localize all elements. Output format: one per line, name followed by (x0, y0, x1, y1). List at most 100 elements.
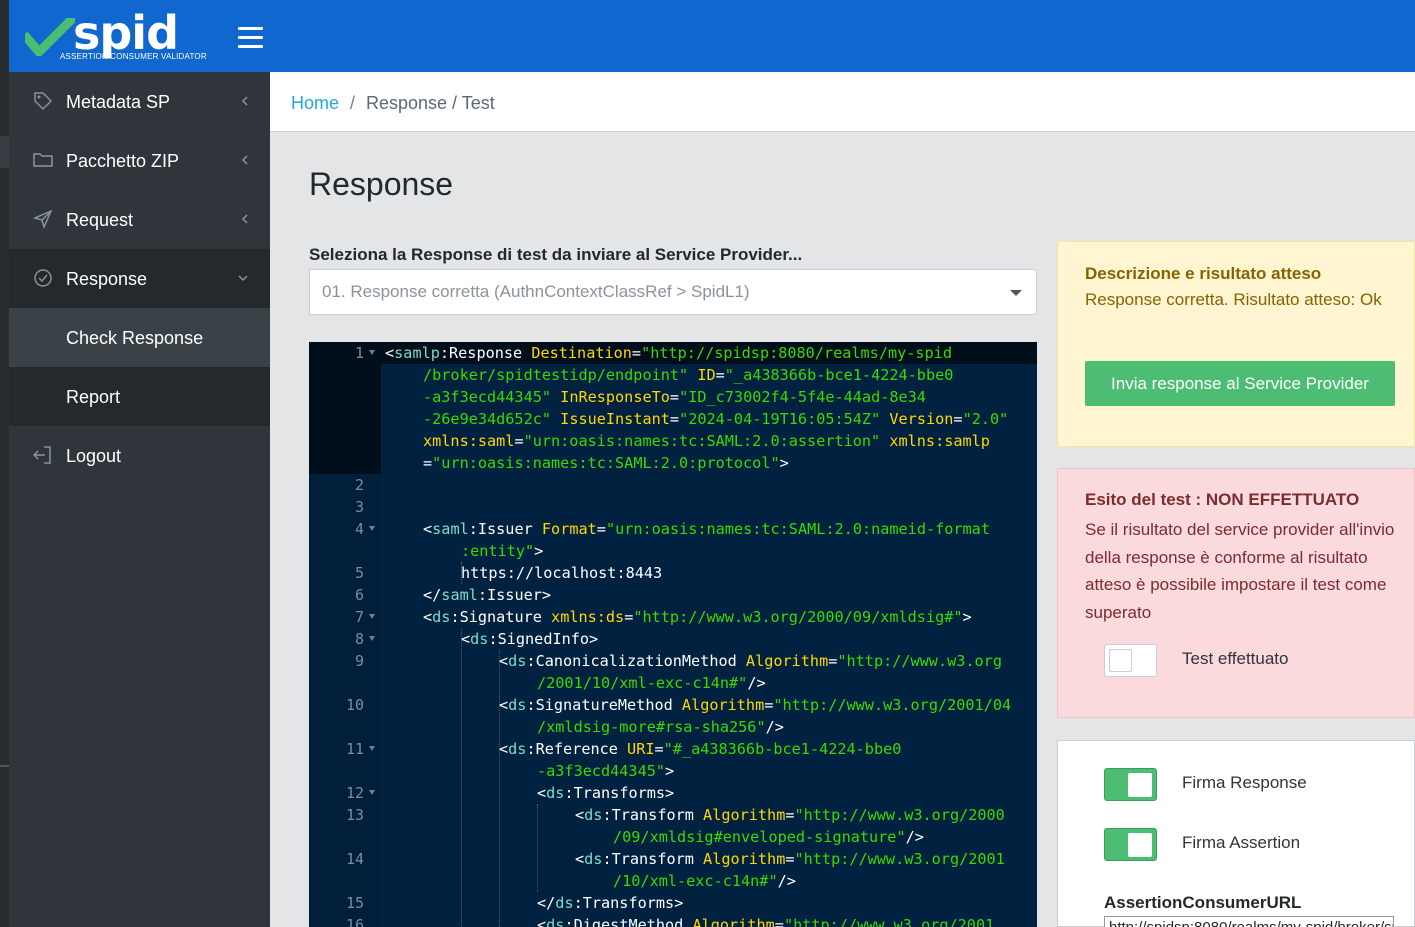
response-select[interactable]: 01. Response corretta (AuthnContextClass… (309, 269, 1037, 315)
sidebar-item-check-response[interactable]: Check Response (9, 308, 270, 367)
line-number: 4 (354, 520, 364, 538)
test-result-title: Esito del test : NON EFFETTUATO (1085, 490, 1360, 509)
code-line: xmlns:saml="urn:oasis:names:tc:SAML:2.0:… (423, 432, 990, 450)
sidebar: Metadata SP Pacchetto ZIP Request Respon… (9, 72, 270, 927)
line-number: 6 (354, 586, 364, 604)
editor-gutter: 1 2 3 4 5 6 7 8 9 10 11 12 13 14 15 16 (309, 342, 381, 927)
logo-subtitle: ASSERTION CONSUMER VALIDATOR (60, 52, 207, 61)
code-line: -a3f3ecd44345" InResponseTo="ID_c73002f4… (423, 388, 926, 406)
code-line: </ds:Transforms> (537, 894, 684, 912)
code-line: /10/xml-exc-c14n#"/> (613, 872, 796, 890)
sidebar-item-label: Request (66, 210, 134, 230)
chevron-left-icon (241, 214, 248, 224)
line-number: 11 (345, 740, 364, 758)
acs-url-label: AssertionConsumerURL (1104, 893, 1302, 912)
code-line: https://localhost:8443 (461, 564, 663, 582)
checkmark-icon (25, 18, 75, 56)
breadcrumb-home-link[interactable]: Home (291, 93, 339, 114)
breadcrumb-separator: / (350, 93, 356, 113)
sidebar-item-label: Report (66, 387, 121, 407)
caret-down-icon (1010, 290, 1022, 296)
description-card: Descrizione e risultato atteso Response … (1057, 241, 1415, 447)
code-line: <ds:Transform Algorithm="http://www.w3.o… (575, 850, 1005, 868)
line-number: 15 (345, 894, 364, 912)
line-number: 13 (345, 806, 364, 824)
fold-arrow-icon[interactable] (369, 636, 375, 641)
chevron-down-icon (238, 275, 248, 282)
sign-response-label: Firma Response (1182, 773, 1307, 792)
test-result-card: Esito del test : NON EFFETTUATO Se il ri… (1057, 468, 1415, 718)
code-line: <ds:Transform Algorithm="http://www.w3.o… (575, 806, 1005, 824)
code-line: /broker/spidtestidp/endpoint" ID="_a4383… (423, 366, 954, 384)
fold-arrow-icon[interactable] (369, 526, 375, 531)
sign-assertion-label: Firma Assertion (1182, 833, 1301, 852)
code-line: <ds:Transforms> (537, 784, 675, 802)
test-done-switch[interactable] (1104, 644, 1157, 677)
breadcrumb-current: Response / Test (366, 93, 495, 113)
fold-arrow-icon[interactable] (369, 614, 375, 619)
fold-arrow-icon[interactable] (369, 790, 375, 795)
sidebar-item-request[interactable]: Request (9, 190, 270, 249)
test-result-body: Se il risultato del service provider all… (1085, 520, 1395, 622)
line-number: 7 (354, 608, 364, 626)
sidebar-item-metadata-sp[interactable]: Metadata SP (9, 72, 270, 131)
check-circle-icon (34, 269, 52, 287)
code-line: -26e9e34d652c" IssueInstant="2024-04-19T… (423, 410, 1009, 428)
folder-icon (33, 153, 53, 167)
page-title: Response (309, 166, 454, 202)
line-number: 10 (345, 696, 364, 714)
line-number: 3 (354, 498, 364, 516)
xml-code-editor[interactable]: 1 2 3 4 5 6 7 8 9 10 11 12 13 14 15 16 <… (309, 342, 1037, 927)
line-number: 8 (354, 630, 364, 648)
sidebar-item-label: Pacchetto ZIP (66, 151, 180, 171)
line-number: 16 (345, 916, 364, 927)
sidebar-item-pacchetto-zip[interactable]: Pacchetto ZIP (9, 131, 270, 190)
code-line: <ds:Signature xmlns:ds="http://www.w3.or… (423, 608, 972, 626)
editor-code-area[interactable]: <samlp:Response Destination="http://spid… (381, 342, 1037, 927)
sidebar-item-response[interactable]: Response (9, 249, 270, 308)
code-line: <samlp:Response Destination="http://spid… (385, 344, 952, 362)
acs-url-input[interactable]: http://spidsp:8080/realms/my-spid/broker… (1104, 916, 1394, 927)
description-body: Response corretta. Risultato atteso: Ok (1085, 290, 1382, 309)
code-line: /2001/10/xml-exc-c14n#"/> (537, 674, 766, 692)
test-done-label: Test effettuato (1182, 649, 1289, 668)
signing-options-card: Firma Response Firma Assertion Assertion… (1057, 740, 1415, 927)
code-line: <ds:Reference URI="#_a438366b-bce1-4224-… (499, 740, 902, 758)
line-number: 14 (345, 850, 364, 868)
send-response-button[interactable]: Invia response al Service Provider (1085, 361, 1395, 406)
paper-plane-icon (33, 209, 53, 229)
sidebar-item-label: Check Response (66, 328, 204, 348)
code-line: <ds:DigestMethod Algorithm="http://www.w… (537, 916, 995, 927)
fold-arrow-icon[interactable] (369, 350, 375, 355)
code-line: /09/xmldsig#enveloped-signature"/> (613, 828, 924, 846)
sidebar-item-logout[interactable]: Logout (9, 426, 270, 485)
sign-response-switch[interactable] (1104, 768, 1157, 801)
code-line: :entity"> (461, 542, 544, 560)
code-line: <saml:Issuer Format="urn:oasis:names:tc:… (423, 520, 990, 538)
breadcrumb: Home / Response / Test (270, 72, 1415, 132)
code-line: /xmldsig-more#rsa-sha256"/> (537, 718, 784, 736)
code-line: <ds:SignatureMethod Algorithm="http://ww… (499, 696, 1012, 714)
chevron-left-icon (241, 155, 248, 165)
chevron-left-icon (241, 96, 248, 106)
code-line: <ds:CanonicalizationMethod Algorithm="ht… (499, 652, 1002, 670)
code-line: -a3f3ecd44345"> (537, 762, 675, 780)
hamburger-menu-icon[interactable] (238, 27, 263, 48)
code-line: </saml:Issuer> (423, 586, 552, 604)
line-number: 5 (354, 564, 364, 582)
description-title: Descrizione e risultato atteso (1085, 264, 1322, 283)
sidebar-item-label: Metadata SP (66, 92, 171, 112)
sign-assertion-switch[interactable] (1104, 828, 1157, 861)
sidebar-item-label: Logout (66, 446, 122, 466)
tag-icon (34, 92, 53, 111)
response-select-value: 01. Response corretta (AuthnContextClass… (322, 282, 750, 301)
left-window-edge (0, 0, 9, 927)
line-number: 9 (354, 652, 364, 670)
code-line: <ds:SignedInfo> (461, 630, 599, 648)
sidebar-item-label: Response (66, 269, 148, 289)
sidebar-item-report[interactable]: Report (9, 367, 270, 426)
line-number: 1 (354, 344, 364, 362)
line-number: 2 (354, 476, 364, 494)
line-number: 12 (345, 784, 364, 802)
fold-arrow-icon[interactable] (369, 746, 375, 751)
